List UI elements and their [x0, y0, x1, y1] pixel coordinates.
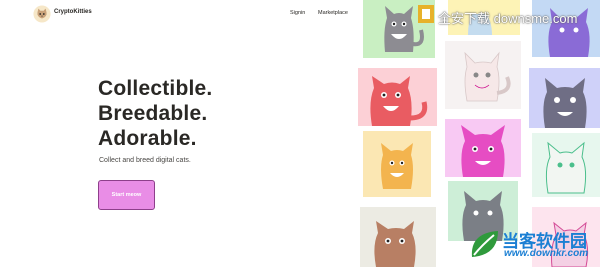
watermark-bottom-url: www.downkr.com: [504, 248, 589, 259]
watermark-bottom: 当客软件园 www.downkr.com: [468, 224, 600, 267]
brand-name[interactable]: CryptoKitties: [54, 9, 92, 15]
signin-link[interactable]: Signin: [290, 10, 305, 16]
watermark-leaf-icon: [471, 231, 498, 257]
cat-tile-red[interactable]: [358, 68, 437, 126]
hero-heading-line-3: Adorable.: [98, 127, 197, 150]
hero-heading-line-1: Collectible.: [98, 77, 213, 100]
watermark-logo-icon: [418, 5, 434, 23]
cat-tile-slate[interactable]: [529, 68, 600, 128]
cat-tile-white[interactable]: [445, 41, 521, 109]
start-meow-button[interactable]: Start meow: [98, 180, 155, 210]
hero-subtitle: Collect and breed digital cats.: [99, 157, 191, 164]
marketplace-link[interactable]: Marketplace: [318, 10, 348, 16]
cryptokitties-logo-icon[interactable]: [33, 5, 51, 23]
cat-tile-pink[interactable]: [445, 119, 521, 177]
watermark-top: 全安下载 downsme.com: [418, 5, 600, 26]
cat-tile-brown[interactable]: [360, 207, 436, 267]
cat-tile-orange[interactable]: [363, 131, 431, 197]
watermark-top-text: 全安下载 downsme.com: [438, 11, 578, 26]
cat-tile-green[interactable]: [532, 133, 600, 197]
hero-heading-line-2: Breedable.: [98, 102, 208, 125]
